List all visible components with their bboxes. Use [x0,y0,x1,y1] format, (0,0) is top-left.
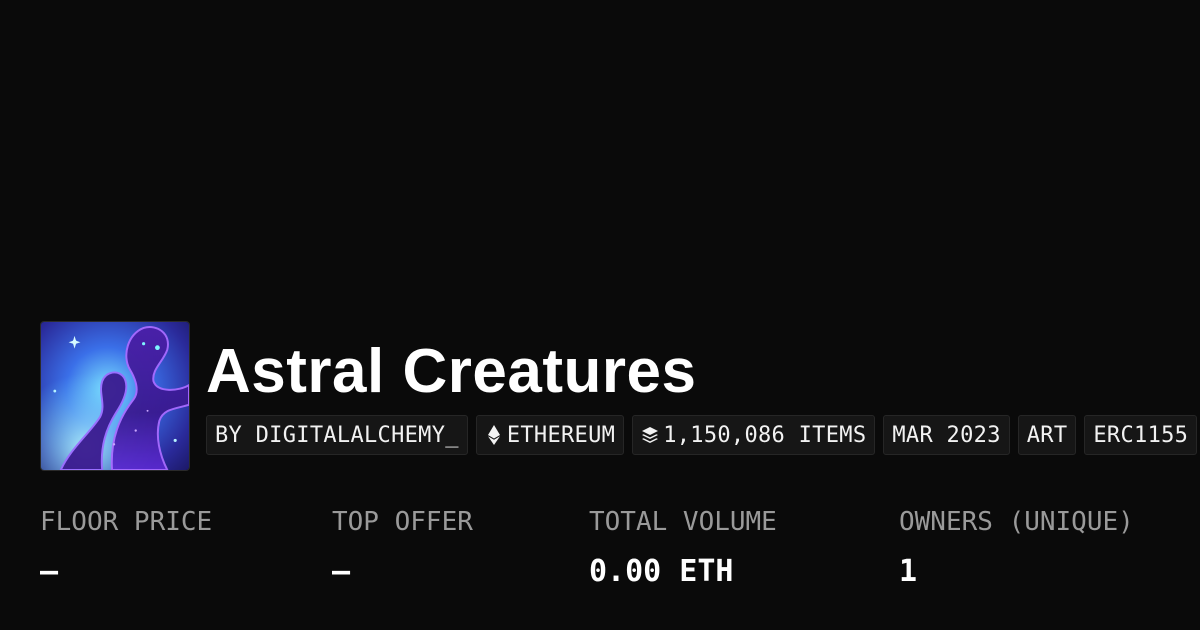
layers-icon [641,424,659,446]
chain-label: ETHEREUM [506,422,616,448]
creator-label: BY DIGITALALCHEMY_ [215,422,459,448]
chain-badge[interactable]: ETHEREUM [475,415,625,455]
collection-title: Astral Creatures [206,337,697,406]
stat-value: – [40,554,59,589]
stat-label: FLOOR PRICE [40,507,213,537]
category-label: ART [1026,422,1068,448]
stat-owners: OWNERS (UNIQUE) 1 [899,502,1134,592]
stat-value: 0.00 ETH [589,554,734,589]
stat-total-volume: TOTAL VOLUME 0.00 ETH [589,502,777,592]
items-count-label: 1,150,086 ITEMS [663,422,867,448]
creator-badge[interactable]: BY DIGITALALCHEMY_ [206,415,468,455]
collection-badges: BY DIGITALALCHEMY_ ETHEREUM 1,150,086 IT… [206,415,1200,455]
stat-value: – [332,554,351,589]
collection-avatar [40,321,190,471]
category-badge[interactable]: ART [1017,415,1077,455]
stat-label: TOTAL VOLUME [589,507,777,537]
banner-area [0,0,1200,320]
stat-label: TOP OFFER [332,507,473,537]
token-standard-badge: ERC1155 [1084,415,1198,455]
stat-value: 1 [899,554,918,589]
stat-label: OWNERS (UNIQUE) [899,507,1134,537]
collection-stats: FLOOR PRICE – TOP OFFER – TOTAL VOLUME 0… [40,502,1200,602]
items-badge[interactable]: 1,150,086 ITEMS [632,415,876,455]
stat-floor-price: FLOOR PRICE – [40,502,212,592]
ethereum-icon [485,424,503,446]
created-date-label: MAR 2023 [892,422,1001,448]
token-standard-label: ERC1155 [1093,422,1189,448]
created-date-badge: MAR 2023 [883,415,1010,455]
stat-top-offer: TOP OFFER – [332,502,473,592]
astral-creature-artwork [41,322,189,470]
